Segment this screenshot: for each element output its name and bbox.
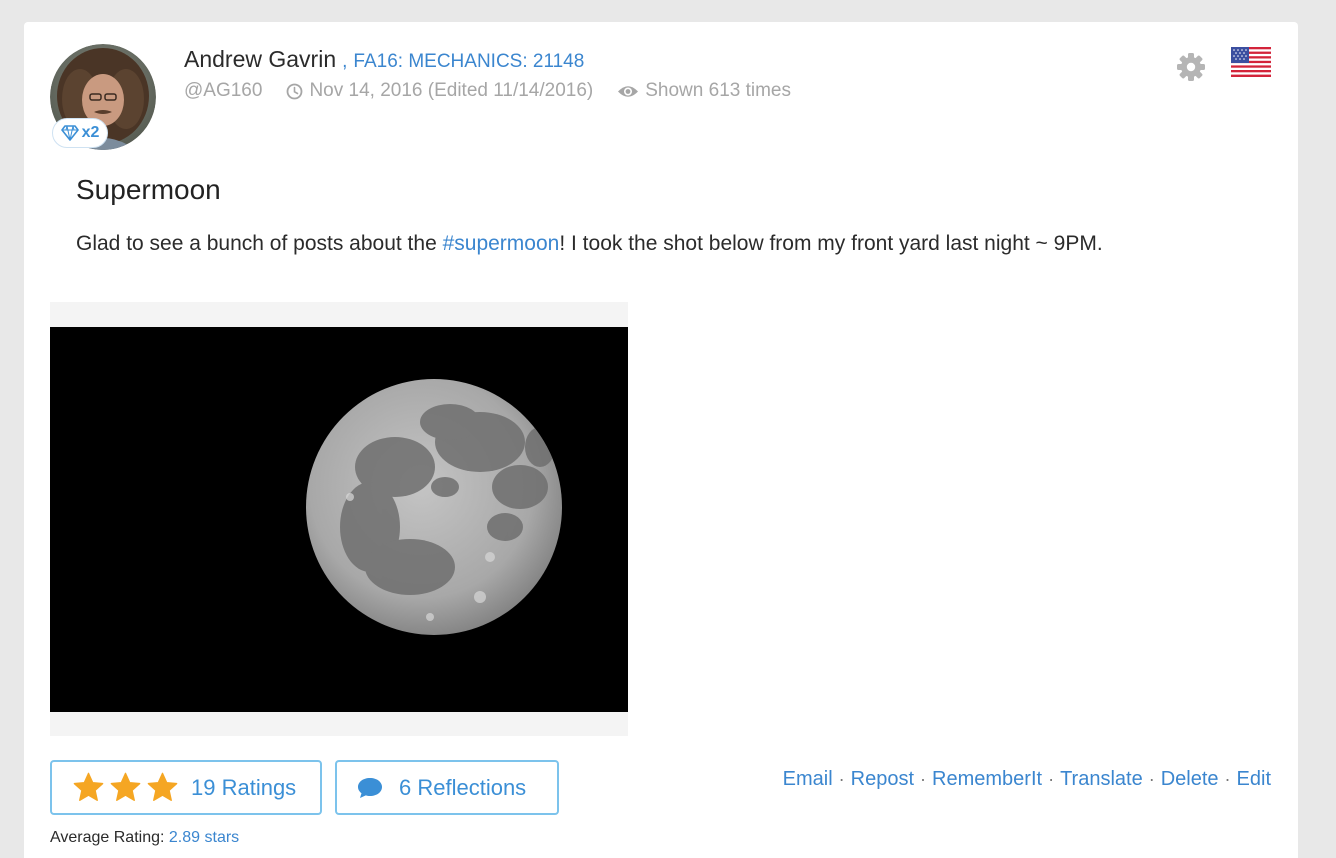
- moon-photo[interactable]: [50, 327, 628, 712]
- star-icon[interactable]: [72, 772, 105, 803]
- delete-link[interactable]: Delete: [1161, 768, 1219, 791]
- reflections-label: 6 Reflections: [399, 774, 527, 800]
- action-separator: ·: [1224, 769, 1231, 789]
- post-photo-frame: [50, 302, 628, 736]
- rememberit-link[interactable]: RememberIt: [932, 768, 1042, 791]
- action-separator: ·: [1048, 769, 1055, 789]
- author-name[interactable]: Andrew Gavrin: [184, 46, 336, 73]
- average-rating-value[interactable]: 2.89 stars: [169, 829, 239, 846]
- post-body-text-start: Glad to see a bunch of posts about the: [76, 232, 443, 255]
- post-views: Shown 613 times: [617, 80, 791, 102]
- diamond-icon: [60, 125, 79, 141]
- course-link[interactable]: FA16: MECHANICS: 21148: [353, 51, 584, 73]
- action-separator: ·: [838, 769, 845, 789]
- hashtag-link[interactable]: #supermoon: [443, 232, 560, 255]
- author-separator: ,: [342, 51, 348, 72]
- post-actions: Email · Repost · RememberIt · Translate …: [783, 768, 1271, 791]
- speech-bubble-icon: [357, 776, 383, 800]
- eye-icon: [618, 85, 639, 97]
- badge-count: x2: [81, 124, 100, 141]
- reflections-button[interactable]: 6 Reflections: [335, 760, 559, 815]
- average-rating-label: Average Rating:: [50, 829, 165, 846]
- post-views-text: Shown 613 times: [645, 80, 791, 101]
- ratings-label: 19 Ratings: [191, 774, 297, 800]
- action-separator: ·: [1148, 769, 1155, 789]
- ratings-button[interactable]: 19 Ratings: [50, 760, 322, 815]
- diamond-badge[interactable]: x2: [52, 118, 108, 148]
- action-separator: ·: [920, 769, 927, 789]
- edit-link[interactable]: Edit: [1237, 768, 1271, 791]
- us-flag-icon[interactable]: [1231, 47, 1271, 77]
- post-card: x2 Andrew Gavrin , FA16: MECHANICS: 2114…: [24, 22, 1298, 858]
- star-icon[interactable]: [146, 772, 179, 803]
- post-meta: @AG160 Nov 14, 2016 (Edited 11/14/2016) …: [184, 80, 791, 102]
- translate-link[interactable]: Translate: [1060, 768, 1143, 791]
- star-icon[interactable]: [109, 772, 142, 803]
- post-date: Nov 14, 2016 (Edited 11/14/2016): [286, 80, 593, 102]
- average-rating: Average Rating: 2.89 stars: [50, 829, 239, 847]
- post-body-text-end: ! I took the shot below from my front ya…: [559, 232, 1103, 255]
- post-body: Glad to see a bunch of posts about the #…: [76, 228, 1206, 260]
- author-handle[interactable]: @AG160: [184, 80, 262, 102]
- post-date-text: Nov 14, 2016 (Edited 11/14/2016): [309, 80, 594, 101]
- author-avatar-wrap[interactable]: x2: [50, 44, 156, 150]
- repost-link[interactable]: Repost: [851, 768, 914, 791]
- rating-stars[interactable]: [72, 772, 179, 803]
- author-line: Andrew Gavrin , FA16: MECHANICS: 21148: [184, 46, 584, 73]
- gear-icon[interactable]: [1176, 52, 1206, 82]
- email-link[interactable]: Email: [783, 768, 833, 791]
- clock-icon: [287, 83, 303, 99]
- post-title: Supermoon: [76, 174, 221, 205]
